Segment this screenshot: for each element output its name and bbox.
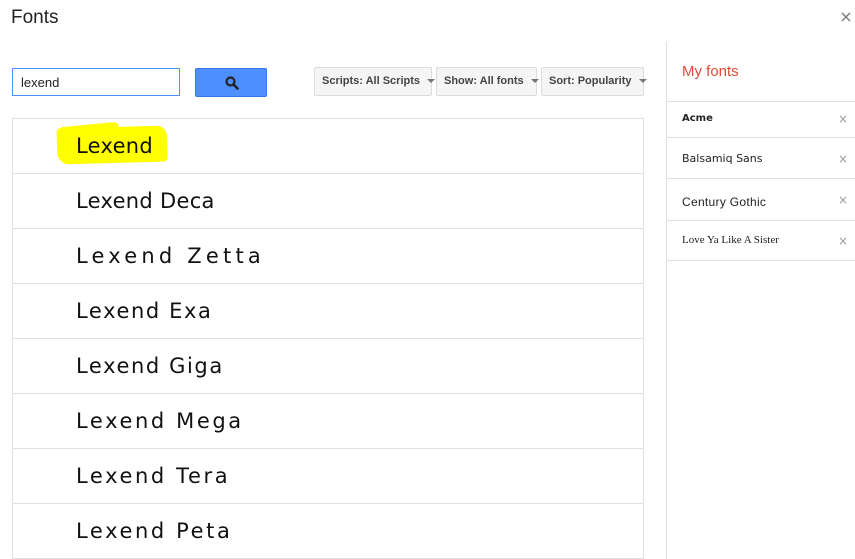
my-font-name: Love Ya Like A Sister (682, 234, 779, 246)
font-name: Lexend Peta (76, 519, 233, 543)
font-row-lexend-giga[interactable]: Lexend Giga (13, 339, 643, 394)
my-font-name: Acme (682, 113, 713, 124)
close-icon[interactable]: × (838, 9, 854, 25)
font-row-lexend-deca[interactable]: Lexend Deca (13, 174, 643, 229)
search-button[interactable] (195, 68, 267, 97)
my-font-item-century-gothic[interactable]: Century Gothic × (667, 179, 855, 221)
my-font-item-acme[interactable]: Acme × (667, 102, 855, 138)
my-font-item-balsamiq-sans[interactable]: Balsamiq Sans × (667, 138, 855, 179)
font-name: Lexend (76, 134, 154, 158)
my-fonts-list: Acme × Balsamiq Sans × Century Gothic × … (667, 101, 855, 261)
font-row-lexend-mega[interactable]: Lexend Mega (13, 394, 643, 449)
font-name: Lexend Zetta (76, 244, 265, 268)
dialog-title: Fonts (11, 7, 59, 28)
caret-down-icon (427, 79, 436, 84)
font-name: Lexend Giga (76, 354, 224, 378)
font-results-list: Lexend Lexend Deca Lexend Zetta Lexend E… (12, 118, 644, 559)
font-name: Lexend Exa (76, 299, 213, 323)
my-font-name: Balsamiq Sans (682, 152, 763, 165)
search-icon (225, 76, 239, 90)
font-row-lexend[interactable]: Lexend (13, 119, 643, 174)
font-name: Lexend Tera (76, 464, 231, 488)
font-name: Lexend Deca (76, 189, 215, 213)
remove-font-icon[interactable]: × (838, 194, 848, 206)
caret-down-icon (638, 79, 647, 84)
remove-font-icon[interactable]: × (838, 235, 848, 247)
sort-filter-label: Sort: Popularity (549, 75, 632, 87)
font-row-lexend-zetta[interactable]: Lexend Zetta (13, 229, 643, 284)
show-filter-label: Show: All fonts (444, 75, 524, 87)
my-font-item-love-ya-like-a-sister[interactable]: Love Ya Like A Sister × (667, 221, 855, 261)
my-font-name: Century Gothic (682, 195, 767, 209)
caret-down-icon (530, 79, 539, 84)
search-input[interactable] (12, 68, 180, 96)
scripts-filter-label: Scripts: All Scripts (322, 75, 421, 87)
font-row-lexend-peta[interactable]: Lexend Peta (13, 504, 643, 559)
remove-font-icon[interactable]: × (838, 113, 848, 125)
font-row-lexend-exa[interactable]: Lexend Exa (13, 284, 643, 339)
show-filter-dropdown[interactable]: Show: All fonts (436, 67, 539, 96)
scripts-filter-dropdown[interactable]: Scripts: All Scripts (314, 67, 436, 96)
font-name: Lexend Mega (76, 409, 244, 433)
font-row-lexend-tera[interactable]: Lexend Tera (13, 449, 643, 504)
sort-filter-dropdown[interactable]: Sort: Popularity (541, 67, 647, 96)
my-fonts-title: My fonts (682, 63, 739, 80)
remove-font-icon[interactable]: × (838, 153, 848, 165)
